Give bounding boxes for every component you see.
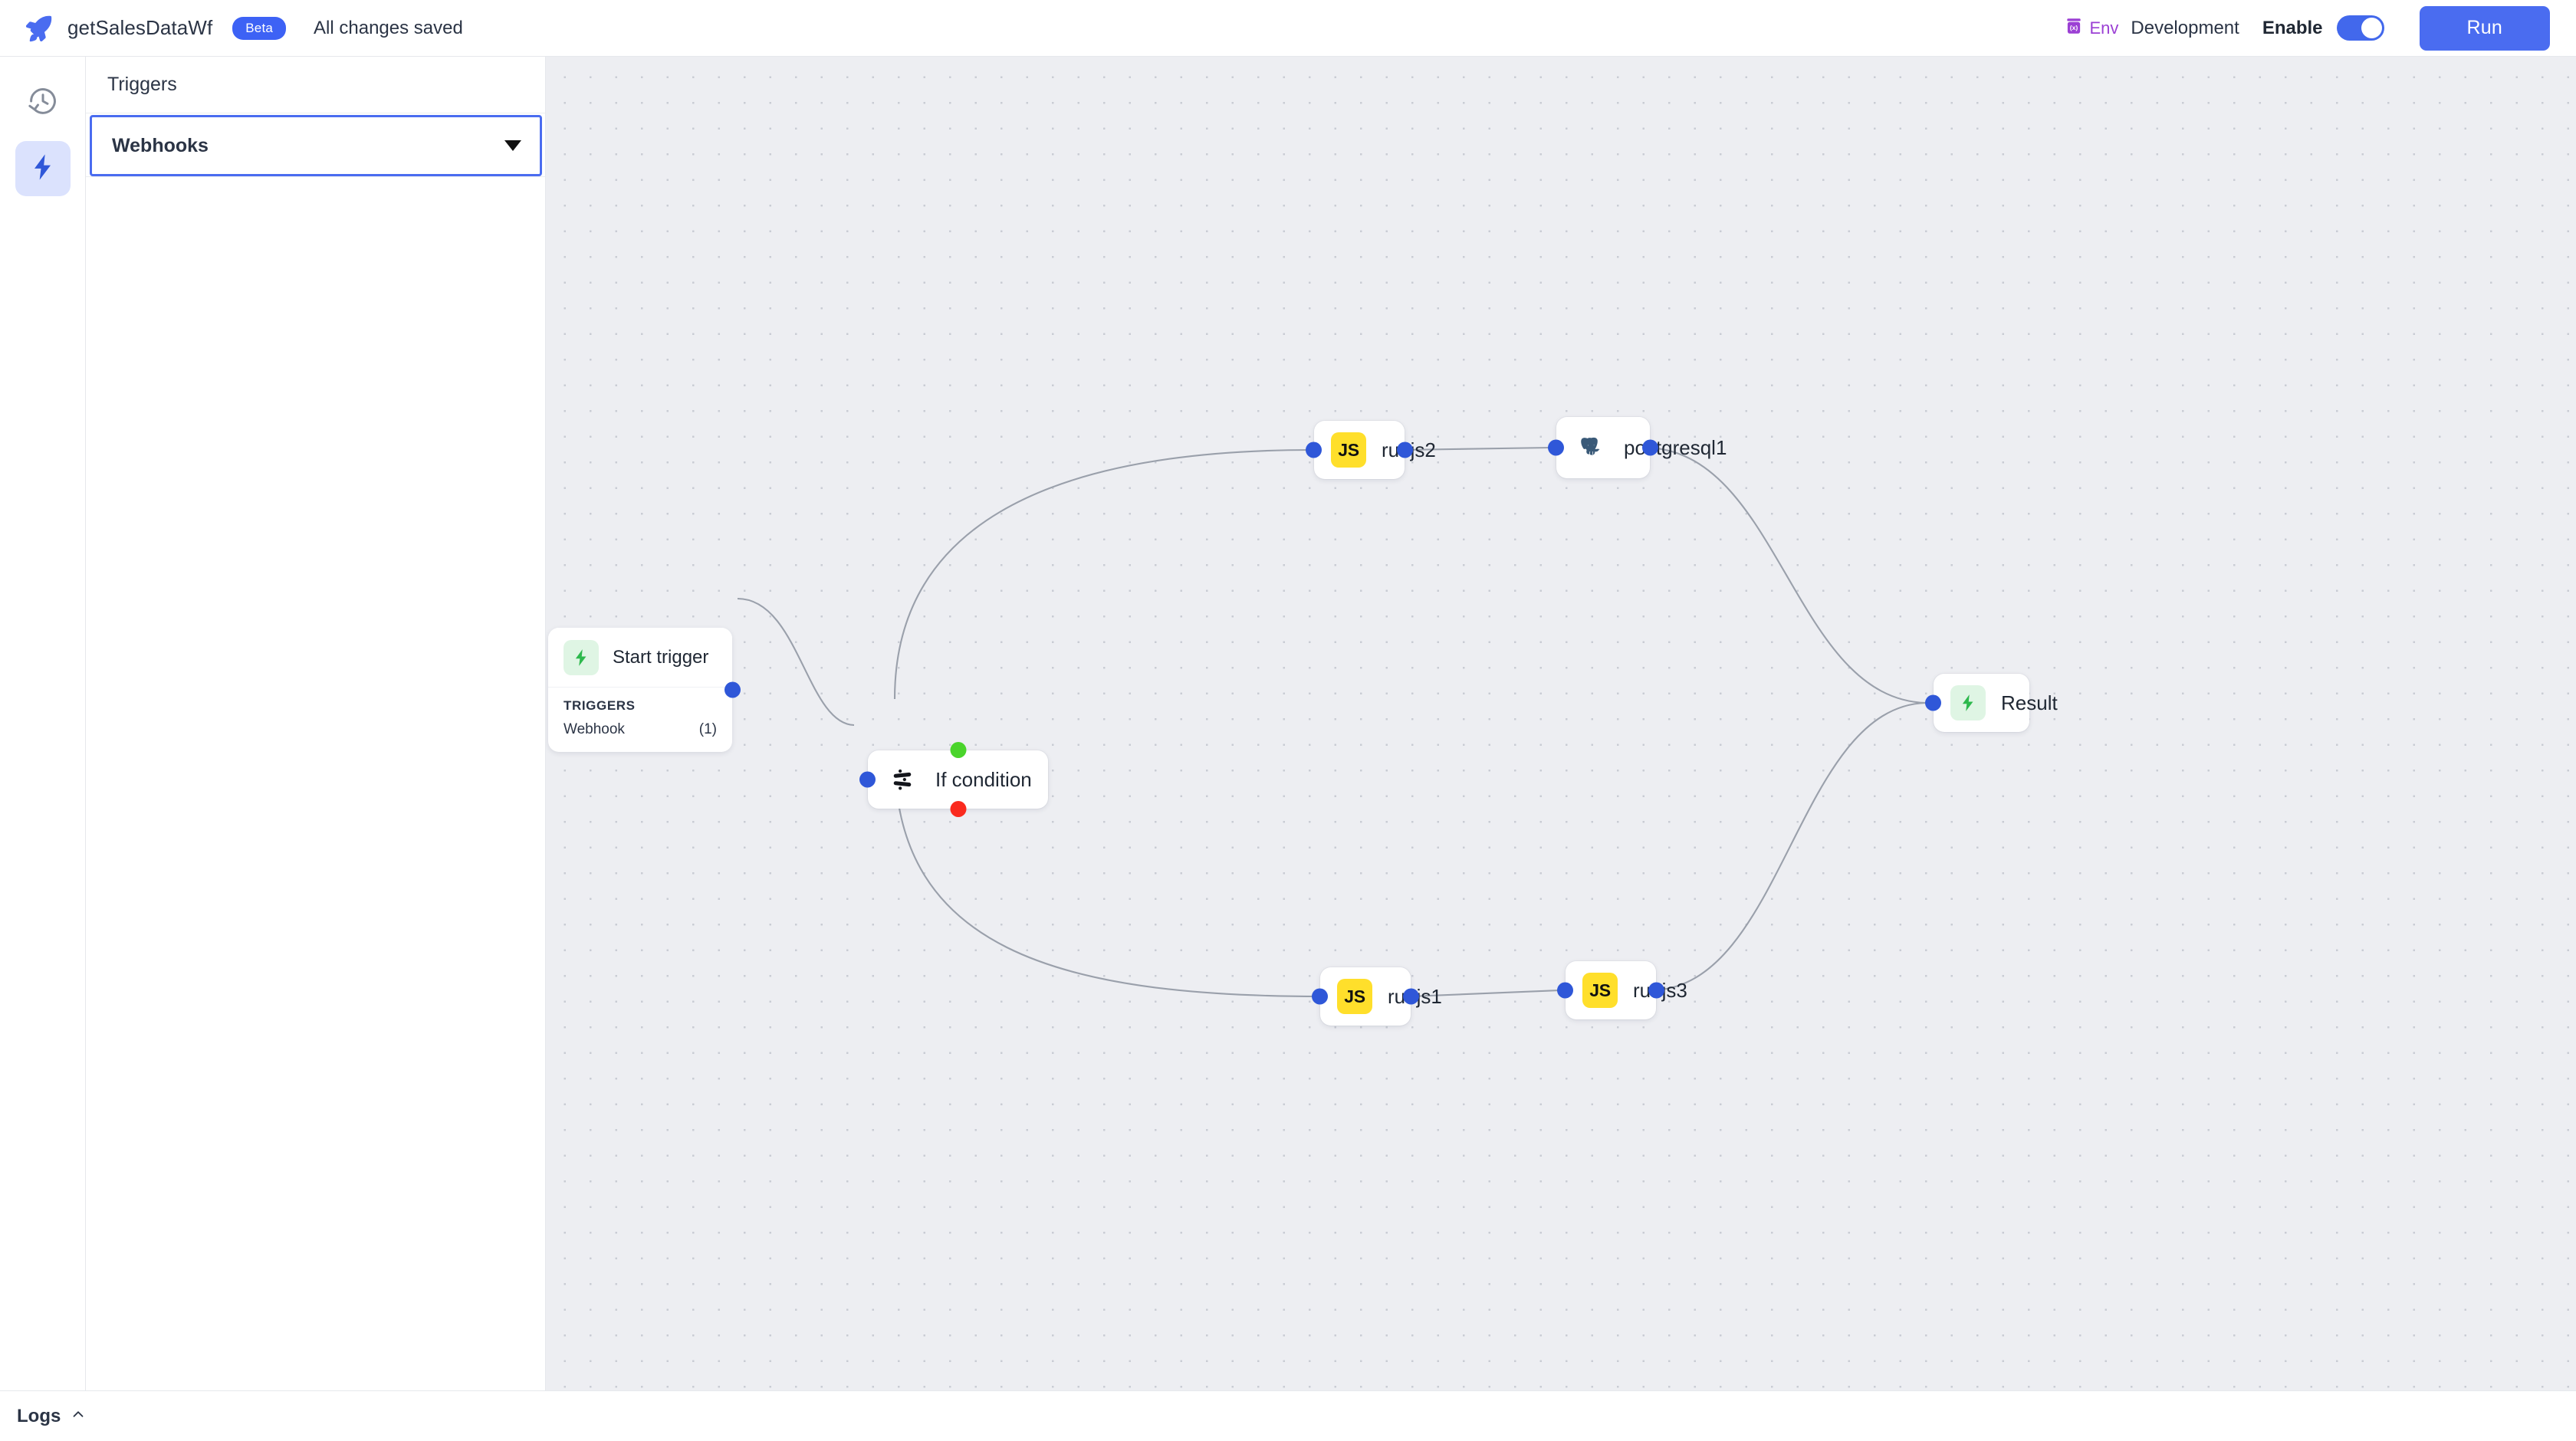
toggle-knob xyxy=(2361,18,2382,38)
workflow-canvas[interactable]: Start trigger TRIGGERS Webhook (1) xyxy=(546,57,2576,1390)
if-condition-input-port[interactable] xyxy=(859,772,876,788)
rocket-icon[interactable] xyxy=(21,11,57,46)
node-result[interactable]: Result xyxy=(1934,674,2029,732)
runjs1-row: JS runjs1 xyxy=(1320,967,1465,1026)
lightning-bolt-green-icon xyxy=(1950,685,1986,720)
workflow-editor-app: getSalesDataWf Beta All changes saved (x… xyxy=(0,0,2576,1441)
result-row: Result xyxy=(1934,674,2081,732)
runjs3-output-port[interactable] xyxy=(1648,983,1664,999)
dropdown-selected-value: Webhooks xyxy=(112,135,209,157)
js-badge-icon: JS xyxy=(1582,973,1618,1008)
logs-label: Logs xyxy=(17,1406,61,1427)
triggers-section-title: TRIGGERS xyxy=(564,698,717,714)
env-label: Env xyxy=(2089,18,2118,38)
node-runjs2[interactable]: JS runjs2 xyxy=(1314,421,1405,479)
node-if-condition[interactable]: If condition xyxy=(868,750,1048,809)
env-value: Development xyxy=(2131,18,2239,39)
trigger-type-dropdown-wrap: Webhooks xyxy=(86,113,545,176)
trigger-item-count: (1) xyxy=(699,721,717,738)
edge-postgresql1-to-result xyxy=(1644,448,1926,703)
js-badge-icon: JS xyxy=(1337,979,1372,1014)
result-input-port[interactable] xyxy=(1925,695,1941,711)
runjs2-input-port[interactable] xyxy=(1306,442,1322,458)
panel-title: Triggers xyxy=(107,74,177,96)
start-trigger-header: Start trigger xyxy=(548,628,732,688)
branch-filter-icon xyxy=(885,762,920,797)
env-variable-icon: (x) xyxy=(2064,16,2084,40)
result-label: Result xyxy=(2001,691,2058,715)
if-condition-true-port[interactable] xyxy=(950,742,966,758)
runjs3-row: JS runjs3 xyxy=(1566,961,1710,1019)
start-trigger-output-port[interactable] xyxy=(724,682,741,698)
chevron-up-icon[interactable] xyxy=(70,1406,87,1426)
triggers-panel: Triggers Webhooks xyxy=(86,57,546,1390)
left-icon-rail xyxy=(0,57,86,1390)
runjs2-output-port[interactable] xyxy=(1397,442,1413,458)
postgresql1-input-port[interactable] xyxy=(1548,440,1564,456)
node-runjs3[interactable]: JS runjs3 xyxy=(1566,961,1656,1019)
trigger-list-item[interactable]: Webhook (1) xyxy=(564,721,717,738)
edge-layer xyxy=(546,57,2576,1390)
lightning-bolt-icon xyxy=(28,152,58,186)
js-badge-icon: JS xyxy=(1331,432,1366,468)
start-trigger-label: Start trigger xyxy=(613,647,708,668)
runjs1-output-port[interactable] xyxy=(1403,989,1419,1005)
postgresql-elephant-icon xyxy=(1573,430,1608,465)
postgresql1-output-port[interactable] xyxy=(1642,440,1658,456)
editor-body: Triggers Webhooks xyxy=(0,57,2576,1390)
workflow-title: getSalesDataWf xyxy=(67,16,212,40)
runjs3-input-port[interactable] xyxy=(1557,983,1573,999)
save-status: All changes saved xyxy=(314,18,463,39)
panel-header: Triggers xyxy=(86,57,545,113)
caret-down-icon xyxy=(504,140,521,151)
app-header: getSalesDataWf Beta All changes saved (x… xyxy=(0,0,2576,57)
node-runjs1[interactable]: JS runjs1 xyxy=(1320,967,1411,1026)
postgresql1-label: postgresql1 xyxy=(1624,436,1727,460)
lightning-bolt-green-icon xyxy=(564,640,599,675)
sidebar-item-history[interactable] xyxy=(15,75,71,130)
if-condition-label: If condition xyxy=(935,768,1032,792)
edge-if-true-to-runjs2 xyxy=(895,450,1313,699)
start-trigger-body: TRIGGERS Webhook (1) xyxy=(548,688,732,752)
run-button[interactable]: Run xyxy=(2420,6,2550,51)
header-right-group: (x) Env Development Enable Run xyxy=(2064,6,2550,51)
beta-badge: Beta xyxy=(232,17,286,40)
edge-runjs3-to-result xyxy=(1650,703,1926,990)
runjs1-input-port[interactable] xyxy=(1312,989,1328,1005)
history-clock-icon xyxy=(27,85,59,121)
sidebar-item-triggers[interactable] xyxy=(15,141,71,196)
edge-start-to-if xyxy=(738,599,854,725)
trigger-item-label: Webhook xyxy=(564,721,625,738)
logs-bar[interactable]: Logs xyxy=(0,1390,2576,1441)
trigger-type-dropdown[interactable]: Webhooks xyxy=(90,115,542,176)
node-postgresql1[interactable]: postgresql1 xyxy=(1556,417,1650,478)
runjs2-row: JS runjs2 xyxy=(1314,421,1459,479)
node-start-trigger[interactable]: Start trigger TRIGGERS Webhook (1) xyxy=(548,628,732,752)
svg-text:(x): (x) xyxy=(2070,24,2078,31)
if-condition-row: If condition xyxy=(868,750,1055,809)
enable-label: Enable xyxy=(2262,18,2323,39)
env-selector[interactable]: (x) Env Development xyxy=(2064,16,2239,40)
enable-toggle[interactable] xyxy=(2337,15,2384,41)
if-condition-false-port[interactable] xyxy=(950,801,966,817)
panel-empty-area xyxy=(86,176,545,1390)
